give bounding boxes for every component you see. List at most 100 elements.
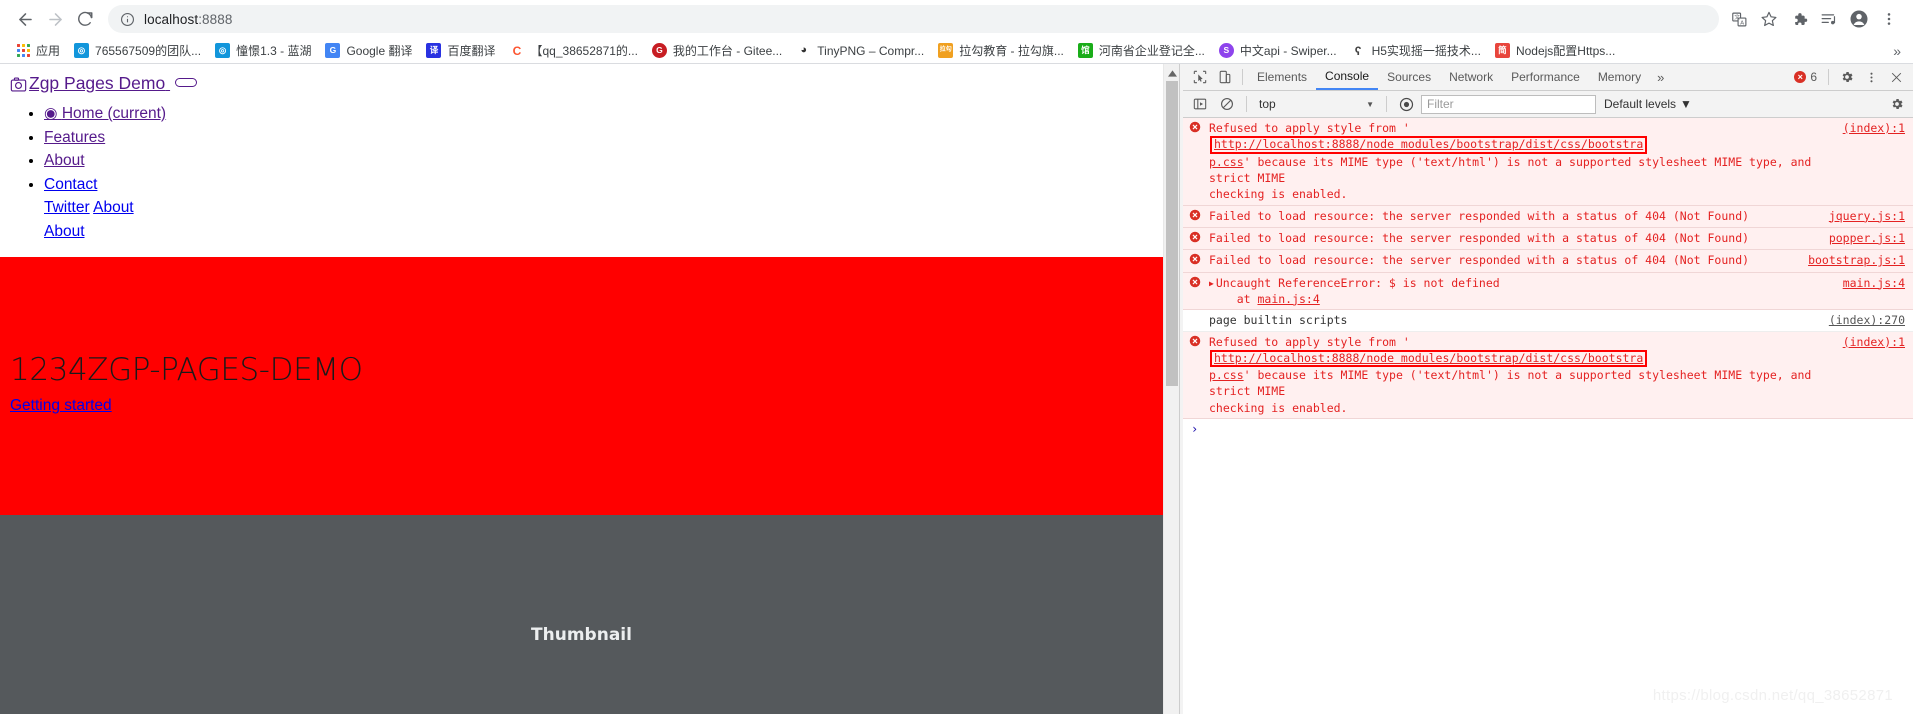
tab-performance[interactable]: Performance [1502,64,1589,90]
page-scrollbar[interactable] [1163,64,1179,714]
bookmark-item[interactable]: S 中文api - Swiper... [1212,40,1344,61]
chrome-menu-icon[interactable] [1875,5,1903,33]
error-count-badge[interactable]: × 6 [1788,70,1823,84]
console-message-error[interactable]: ▶ Uncaught ReferenceError: $ is not defin… [1183,272,1913,311]
tab-console[interactable]: Console [1316,64,1379,90]
scroll-up-arrow-icon[interactable] [1164,66,1179,80]
bookmark-item[interactable]: G 我的工作台 - Gitee... [645,40,789,61]
forward-button[interactable] [40,4,70,34]
execution-context-select[interactable]: top ▼ [1254,95,1379,114]
bookmark-item[interactable]: ◎ 憧憬1.3 - 蓝湖 [208,40,318,61]
nav-link-about-2[interactable]: About [93,199,134,216]
address-bar[interactable]: localhost:8888 [108,5,1719,33]
console-message-error[interactable]: Failed to load resource: the server resp… [1183,250,1913,273]
media-list-icon[interactable] [1815,5,1843,33]
bookmark-item[interactable]: 拉勾 拉勾教育 - 拉勾旗... [931,40,1071,61]
bookmark-label: 我的工作台 - Gitee... [672,44,783,58]
bookmark-label: TinyPNG – Compr... [817,43,925,58]
console-sidebar-icon[interactable] [1187,92,1212,117]
profile-avatar-icon[interactable] [1845,5,1873,33]
log-levels-value: Default levels [1604,97,1677,111]
svg-text:文: 文 [1734,13,1740,21]
toolbar-actions: 文A [1725,5,1903,33]
web-page: Zgp Pages Demo ◉ Home (current) Features… [0,64,1163,714]
bookmark-item[interactable]: G Google 翻译 [318,40,419,61]
brand-link[interactable]: Zgp Pages Demo [10,73,170,93]
chevron-down-icon: ▼ [1680,97,1692,111]
expand-triangle-icon[interactable]: ▶ [1209,278,1214,289]
bookmark-item[interactable]: C 【qq_38652871的... [503,40,645,61]
nav-link-twitter[interactable]: Twitter [44,199,90,216]
console-messages[interactable]: Refused to apply style from 'http://loca… [1183,118,1913,714]
console-message-text: Refused to apply style from 'http://loca… [1209,120,1843,203]
bookmark-favicon-icon: 译 [426,43,442,58]
highlighted-url[interactable]: http://localhost:8888/node modules/boots… [1210,349,1648,368]
console-message-source[interactable]: popper.js:1 [1829,230,1913,246]
highlighted-url[interactable]: http://localhost:8888/node modules/boots… [1210,136,1648,154]
bookmark-item[interactable]: 馆 河南省企业登记全... [1071,40,1212,61]
browser-window: localhost:8888 文A 应用 ◎ 765567509的团队... ◎… [0,0,1913,714]
tab-elements[interactable]: Elements [1248,64,1316,90]
prompt-caret-icon: › [1191,422,1199,437]
getting-started-link[interactable]: Getting started [10,397,112,415]
nav-link-home[interactable]: ◉ Home (current) [44,105,166,122]
bookmark-item[interactable]: 简 Nodejs配置Https... [1488,40,1622,61]
jumbotron: 1234ZGP-PAGES-DEMO Getting started [0,257,1163,516]
stack-frame-link[interactable]: main.js:4 [1257,292,1319,306]
url-port: :8888 [198,11,233,27]
console-message-source[interactable]: bootstrap.js:1 [1808,252,1913,268]
console-filter-input[interactable]: Filter [1421,94,1596,114]
console-message-error[interactable]: Refused to apply style from 'http://loca… [1183,331,1913,420]
scrollbar-thumb[interactable] [1166,81,1178,386]
toolbar-separator-2 [1828,69,1829,85]
error-circle-icon: × [1794,71,1807,83]
bookmark-item[interactable]: ʕ H5实现摇一摇技术... [1344,40,1488,61]
tab-sources[interactable]: Sources [1378,64,1440,90]
live-expression-icon[interactable] [1394,92,1419,117]
inspect-element-icon[interactable] [1187,65,1212,90]
log-levels-select[interactable]: Default levels ▼ [1598,97,1698,111]
devtools-menu-icon[interactable] [1859,65,1884,90]
console-settings-gear-icon[interactable] [1884,92,1909,117]
bookmark-label: 765567509的团队... [95,44,202,58]
console-message-log[interactable]: page builtin scripts (index):270 [1183,310,1913,332]
tab-network[interactable]: Network [1440,64,1502,90]
console-message-source[interactable]: (index):1 [1843,334,1913,350]
close-devtools-icon[interactable] [1884,65,1909,90]
nav-link-features[interactable]: Features [44,129,105,146]
bookmark-favicon-icon: 简 [1494,43,1510,58]
filterbar-separator-2 [1386,96,1387,112]
extensions-puzzle-icon[interactable] [1785,5,1813,33]
tab-memory[interactable]: Memory [1589,64,1650,90]
settings-gear-icon[interactable] [1834,65,1859,90]
page-heading: 1234ZGP-PAGES-DEMO [10,352,363,389]
more-tabs-icon[interactable]: » [1650,70,1671,85]
console-message-error[interactable]: Failed to load resource: the server resp… [1183,205,1913,228]
console-message-source[interactable]: jquery.js:1 [1829,208,1913,224]
console-message-source[interactable]: main.js:4 [1843,275,1913,291]
bookmark-item[interactable]: ◎ 765567509的团队... [67,40,208,61]
translate-icon[interactable]: 文A [1725,5,1753,33]
back-button[interactable] [10,4,40,34]
console-prompt[interactable]: › [1183,419,1913,436]
reload-button[interactable] [70,4,100,34]
console-message-source[interactable]: (index):270 [1829,312,1913,328]
bookmark-favicon-icon: ◎ [215,43,231,58]
bookmark-item[interactable]: 译 百度翻译 [419,40,502,61]
nav-link-contact[interactable]: Contact [44,176,97,193]
clear-console-icon[interactable] [1214,92,1239,117]
bookmark-apps[interactable]: 应用 [8,40,67,61]
console-message-error[interactable]: Refused to apply style from 'http://loca… [1183,118,1913,206]
bookmark-star-icon[interactable] [1755,5,1783,33]
bookmark-label: H5实现摇一摇技术... [1371,44,1481,58]
navbar-toggler-button[interactable] [175,78,198,87]
device-toolbar-icon[interactable] [1212,65,1237,90]
bookmark-favicon-icon: G [325,43,341,58]
nav-link-about[interactable]: About [44,152,85,169]
console-message-source[interactable]: (index):1 [1843,120,1913,136]
bookmarks-overflow-icon[interactable]: » [1889,38,1905,63]
bookmark-item[interactable]: ◕ TinyPNG – Compr... [789,41,931,60]
console-message-error[interactable]: Failed to load resource: the server resp… [1183,227,1913,251]
site-info-icon[interactable] [120,12,135,27]
nav-link-about-3[interactable]: About [44,223,85,240]
